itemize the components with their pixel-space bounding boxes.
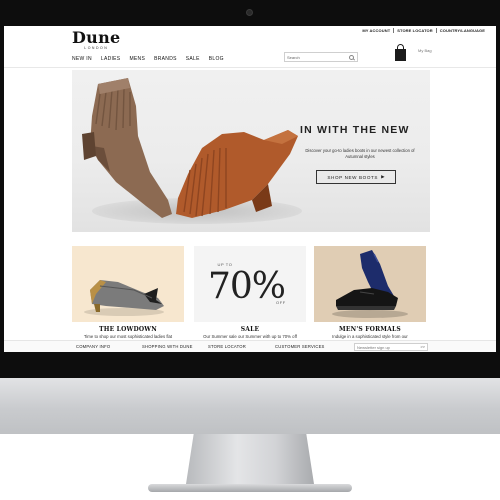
search-box	[284, 52, 358, 62]
promo-tile-sale[interactable]: UP TO 70% OFF	[194, 246, 306, 322]
tile-subtitle-sale: Our Summer sale our Summer with up to 70…	[203, 334, 297, 339]
camera-icon	[246, 9, 253, 16]
shopping-bag-icon[interactable]	[393, 44, 407, 62]
search-input[interactable]	[287, 54, 347, 61]
play-arrow-icon: ▶	[381, 174, 385, 179]
nav-item-ladies[interactable]: LADIES	[101, 56, 121, 62]
newsletter-input[interactable]	[357, 344, 415, 350]
shop-new-boots-button[interactable]: SHOP NEW BOOTS ▶	[316, 170, 396, 184]
promo-tile-lowdown[interactable]	[72, 246, 184, 322]
hero-title: IN WITH THE NEW	[300, 124, 410, 136]
newsletter-submit-button[interactable]: >>	[420, 344, 425, 349]
bag-body	[395, 49, 406, 61]
off-label: OFF	[276, 300, 286, 305]
footer-link-customer-services[interactable]: CUSTOMER SERVICES	[275, 344, 325, 349]
rust-fringe-boot-image	[176, 130, 298, 218]
mens-formal-shoes-image	[332, 250, 408, 318]
nav-item-sale[interactable]: SALE	[186, 56, 200, 62]
sale-graphic: UP TO 70% OFF	[194, 246, 306, 322]
my-bag-link[interactable]: My Bag	[418, 48, 432, 53]
nav-item-mens[interactable]: MENS	[129, 56, 145, 62]
search-icon[interactable]	[349, 55, 354, 60]
nav-divider	[4, 67, 496, 68]
monitor-top-bezel	[0, 0, 500, 26]
tile-title-lowdown[interactable]: THE LOWDOWN	[72, 326, 184, 333]
hero-banner[interactable]: IN WITH THE NEW Discover your go-to ladi…	[72, 70, 430, 232]
store-locator-link[interactable]: STORE LOCATOR	[394, 28, 437, 33]
tile-subtitle-lowdown: Time to shop our most sophisticated ladi…	[83, 334, 173, 339]
monitor-stand-foot	[148, 484, 352, 492]
imac-monitor: MY ACCOUNT STORE LOCATOR COUNTRY/LANGUAG…	[0, 0, 500, 500]
tile-title-sale[interactable]: SALE	[194, 326, 306, 333]
hero-description: Discover your go-to ladies boots in our …	[305, 148, 415, 159]
tan-fringe-boot-image	[82, 78, 172, 218]
cta-label: SHOP NEW BOOTS	[327, 174, 379, 180]
nav-item-new-in[interactable]: NEW IN	[72, 56, 92, 62]
dune-logo[interactable]: Dune LONDON	[72, 28, 121, 51]
country-language-link[interactable]: COUNTRY/LANGUAGE	[437, 28, 488, 33]
tile-subtitle-mens-formals: Indulge in a sophisticated style from ou…	[332, 334, 408, 339]
main-nav: NEW IN LADIES MENS BRANDS SALE BLOG	[72, 56, 224, 62]
monitor-stand-neck	[186, 434, 314, 484]
monitor-chin	[0, 378, 500, 434]
logo-wordmark: Dune	[72, 28, 121, 47]
tile-title-mens-formals[interactable]: MEN'S FORMALS	[314, 326, 426, 333]
sale-percent: 70%	[208, 266, 286, 307]
footer-link-shopping-with-dune[interactable]: SHOPPING WITH DUNE	[142, 344, 193, 349]
monitor-right-bezel	[496, 26, 500, 378]
nav-item-blog[interactable]: BLOG	[209, 56, 224, 62]
my-account-link[interactable]: MY ACCOUNT	[359, 28, 395, 33]
nav-item-brands[interactable]: BRANDS	[154, 56, 177, 62]
promo-tile-mens-formals[interactable]	[314, 246, 426, 322]
grey-flat-shoe-image	[84, 280, 164, 316]
utility-bar: MY ACCOUNT STORE LOCATOR COUNTRY/LANGUAG…	[359, 27, 488, 34]
screen: MY ACCOUNT STORE LOCATOR COUNTRY/LANGUAG…	[4, 26, 496, 352]
footer-link-company-info[interactable]: COMPANY INFO	[76, 344, 110, 349]
footer-bar: COMPANY INFO SHOPPING WITH DUNE STORE LO…	[4, 340, 496, 352]
footer-link-store-locator[interactable]: STORE LOCATOR	[208, 344, 246, 349]
newsletter-signup: >>	[354, 343, 428, 351]
monitor-bottom-bezel	[0, 352, 500, 378]
